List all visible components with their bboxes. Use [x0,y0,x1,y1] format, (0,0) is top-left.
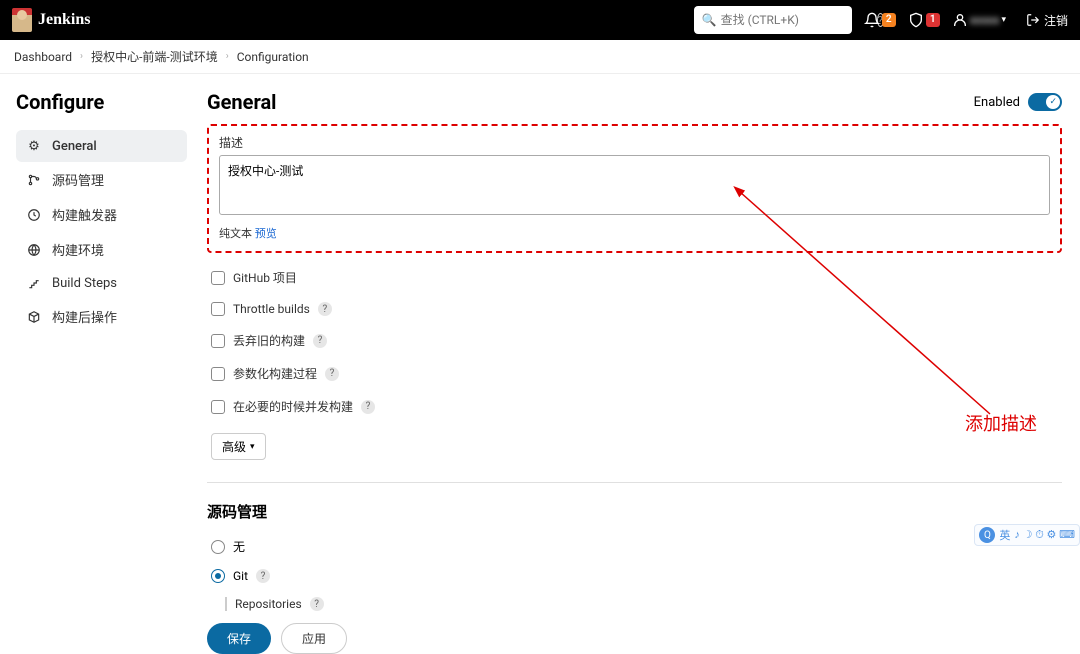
sidebar-item-scm[interactable]: 源码管理 [16,162,187,197]
breadcrumb-item[interactable]: Configuration [237,50,309,64]
scm-heading: 源码管理 [207,501,1062,522]
breadcrumb-item[interactable]: Dashboard [14,50,72,64]
enabled-toggle[interactable]: ✓ [1028,93,1062,111]
steps-icon [26,275,42,291]
help-icon[interactable]: ? [361,400,375,414]
repositories-label: Repositories [235,597,302,611]
clock-icon [26,207,42,223]
github-project-checkbox[interactable] [211,271,225,285]
help-icon[interactable]: ? [310,597,324,611]
sidebar-item-triggers[interactable]: 构建触发器 [16,197,187,232]
search-input-wrap[interactable]: 🔍 ? [694,6,852,34]
user-menu[interactable]: xxxxx ▾ [952,12,1006,28]
sidebar-item-env[interactable]: 构建环境 [16,232,187,267]
enabled-label: Enabled [974,95,1020,110]
system-tray: Q 英 ♪ ☽ ⏱ ⚙ ⌨ [974,524,1080,546]
help-icon[interactable]: ? [256,569,270,583]
ime-icon[interactable]: Q [979,527,995,543]
logo[interactable]: Jenkins [12,8,90,32]
sidebar-item-general[interactable]: ⚙ General [16,130,187,162]
chevron-down-icon: ▾ [250,442,255,452]
chevron-down-icon: ▾ [1001,15,1006,25]
annotation-text: 添加描述 [965,410,1037,436]
brand-name: Jenkins [38,11,90,29]
divider [207,482,1062,483]
description-label: 描述 [219,134,1050,151]
sidebar-item-post-build[interactable]: 构建后操作 [16,299,187,334]
scm-git-radio[interactable] [211,569,225,583]
help-icon[interactable]: ? [318,302,332,316]
breadcrumb-item[interactable]: 授权中心-前端-测试环境 [91,48,218,65]
help-icon[interactable]: ? [313,334,327,348]
section-heading: General [207,90,276,114]
package-icon [26,309,42,325]
sidebar: Configure ⚙ General 源码管理 构建触发器 构建环境 Buil… [0,74,195,654]
concurrent-checkbox[interactable] [211,400,225,414]
throttle-builds-checkbox[interactable] [211,302,225,316]
save-button[interactable]: 保存 [207,623,271,654]
jenkins-logo-icon [12,8,32,32]
description-textarea[interactable] [219,155,1050,215]
top-bar: Jenkins 🔍 ? 2 1 xxxxx ▾ 注销 [0,0,1080,40]
gear-icon: ⚙ [26,138,42,154]
alert-badge: 1 [926,13,940,27]
main-content: General Enabled ✓ 描述 纯文本 预览 GitHub 项目 Th… [195,74,1080,654]
apply-button[interactable]: 应用 [281,623,347,654]
search-icon: 🔍 [702,13,717,27]
preview-link[interactable]: 预览 [255,227,277,240]
breadcrumb: Dashboard› 授权中心-前端-测试环境› Configuration [0,40,1080,74]
shield-icon[interactable]: 1 [908,12,940,28]
globe-icon [26,242,42,258]
description-block: 描述 纯文本 预览 [207,124,1062,253]
logout-link[interactable]: 注销 [1026,12,1068,29]
notif-badge: 2 [882,13,896,27]
page-title: Configure [16,90,195,114]
plain-text-label: 纯文本 [219,227,252,240]
help-icon[interactable]: ? [325,367,339,381]
notification-bell-icon[interactable]: 2 [864,12,896,28]
parameterized-checkbox[interactable] [211,367,225,381]
scm-none-radio[interactable] [211,540,225,554]
discard-old-checkbox[interactable] [211,334,225,348]
search-input[interactable] [721,13,877,27]
sidebar-item-build-steps[interactable]: Build Steps [16,267,187,299]
advanced-button[interactable]: 高级▾ [211,433,266,460]
branch-icon [26,172,42,188]
